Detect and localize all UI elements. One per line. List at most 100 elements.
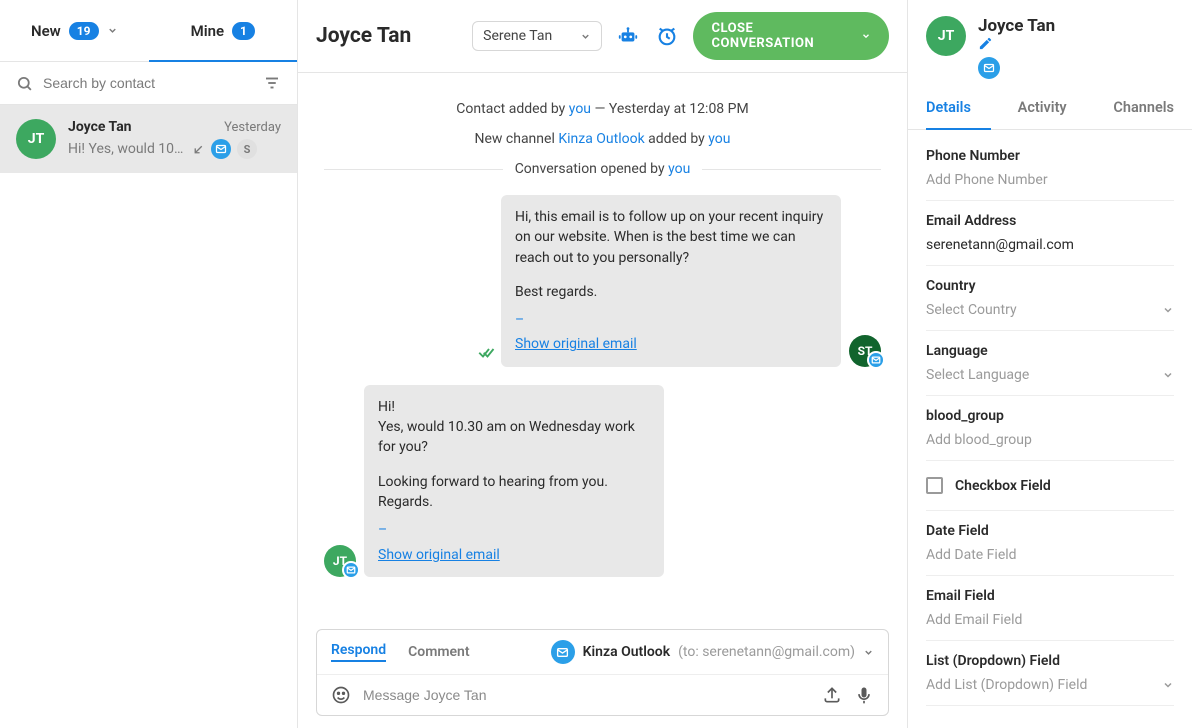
chevron-down-icon [863, 647, 874, 658]
contact-header: JT Joyce Tan [908, 0, 1192, 87]
message-text: Best regards. [515, 282, 827, 302]
chevron-down-icon [1162, 679, 1174, 691]
composer-input-row [317, 675, 888, 715]
details-panel: JT Joyce Tan Details Activity Channels P… [908, 0, 1192, 728]
field-label: Phone Number [926, 148, 1174, 164]
field-value: Add Email Field [926, 612, 1174, 628]
conversation-body: Contact added by you — Yesterday at 12:0… [298, 73, 907, 623]
email-channel-icon [978, 57, 1000, 79]
show-original-link[interactable]: Show original email [515, 334, 637, 354]
edit-icon[interactable] [978, 36, 1061, 51]
avatar: JT [926, 16, 966, 56]
tab-details[interactable]: Details [926, 87, 991, 130]
composer-tab-comment[interactable]: Comment [408, 644, 469, 660]
separator: – [378, 520, 650, 540]
system-text: Contact added by [456, 101, 569, 117]
field-label: Country [926, 278, 1174, 294]
system-link[interactable]: you [708, 131, 730, 147]
message-bubble: Hi, this email is to follow up on your r… [501, 195, 841, 367]
message-input[interactable] [363, 687, 810, 703]
tab-channels[interactable]: Channels [1093, 87, 1174, 129]
field-select[interactable]: Select Country [926, 302, 1174, 318]
detail-field[interactable]: Email Addressserenetann@gmail.com [926, 201, 1174, 266]
checkbox[interactable] [926, 477, 943, 494]
message-text: Hi, this email is to follow up on your r… [515, 207, 827, 268]
checkbox-label: Checkbox Field [955, 478, 1051, 494]
tab-mine[interactable]: Mine 1 [149, 0, 298, 61]
attach-icon[interactable] [822, 685, 842, 705]
detail-field[interactable]: LanguageSelect Language [926, 331, 1174, 396]
composer-channel-to: (to: serenetann@gmail.com) [678, 644, 855, 660]
bot-icon[interactable] [616, 23, 641, 49]
field-value: Add List (Dropdown) Field [926, 677, 1087, 693]
search-bar [0, 62, 297, 105]
detail-field[interactable]: Country Select Country [926, 266, 1174, 331]
system-link[interactable]: you [569, 101, 591, 117]
composer-channel-selector[interactable]: Kinza Outlook (to: serenetann@gmail.com) [551, 640, 874, 664]
mic-icon[interactable] [854, 685, 874, 705]
field-value: Select Country [926, 302, 1017, 318]
show-original-link[interactable]: Show original email [378, 545, 500, 565]
chevron-down-icon[interactable] [861, 31, 871, 41]
composer-channel-name: Kinza Outlook [583, 644, 670, 660]
detail-tabs: Details Activity Channels [908, 87, 1192, 130]
message-composer: Respond Comment Kinza Outlook (to: seren… [316, 629, 889, 716]
checkbox-field[interactable]: Checkbox Field [926, 461, 1174, 511]
separator: – [515, 310, 827, 330]
avatar: JT [16, 119, 56, 159]
message-bubble: Hi! Yes, would 10.30 am on Wednesday wor… [364, 385, 664, 577]
field-label: Date Field [926, 523, 1174, 539]
close-conversation-label: CLOSE CONVERSATION [711, 21, 851, 51]
conversation-list-item[interactable]: JT Joyce Tan Yesterday Hi! Yes, would 10… [0, 105, 297, 173]
snooze-icon[interactable] [655, 23, 680, 49]
assignee-selector[interactable]: Serene Tan [472, 21, 602, 51]
conversation-header: Joyce Tan Serene Tan CLOSE CONVERSATION [298, 0, 907, 73]
composer-tab-respond[interactable]: Respond [331, 642, 386, 662]
detail-field[interactable]: List (Dropdown) FieldAdd List (Dropdown)… [926, 641, 1174, 706]
search-input[interactable] [43, 75, 253, 91]
field-label: Email Field [926, 588, 1174, 604]
chevron-down-icon [580, 31, 591, 42]
chevron-down-icon [1162, 304, 1174, 316]
system-message: New channel Kinza Outlook added by you [324, 131, 881, 147]
chevron-down-icon [1162, 369, 1174, 381]
detail-field[interactable]: blood_groupAdd blood_group [926, 396, 1174, 461]
field-select[interactable]: Add List (Dropdown) Field [926, 677, 1174, 693]
delivered-icon [477, 343, 495, 361]
tab-new[interactable]: New 19 [0, 0, 149, 61]
field-value: Add Phone Number [926, 172, 1174, 188]
message-text: Looking forward to hearing from you. [378, 472, 650, 492]
filter-icon[interactable] [263, 74, 281, 92]
system-text: — Yesterday at 12:08 PM [591, 101, 749, 117]
tab-activity[interactable]: Activity [991, 87, 1094, 129]
divider-text: Conversation opened by [515, 161, 668, 177]
emoji-icon[interactable] [331, 685, 351, 705]
message-incoming: JT Hi! Yes, would 10.30 am on Wednesday … [324, 385, 881, 577]
divider-link[interactable]: you [668, 161, 690, 177]
contact-time: Yesterday [224, 120, 281, 135]
email-channel-icon [211, 139, 231, 159]
tab-new-label: New [31, 22, 61, 40]
system-link[interactable]: Kinza Outlook [558, 131, 644, 147]
field-value: Add Date Field [926, 547, 1174, 563]
tab-mine-label: Mine [191, 22, 224, 40]
status-badge: S [237, 139, 257, 159]
system-message: Contact added by you — Yesterday at 12:0… [324, 101, 881, 117]
detail-field[interactable]: Date Field Add Date Field [926, 511, 1174, 576]
close-conversation-button[interactable]: CLOSE CONVERSATION [693, 12, 889, 60]
field-value: Select Language [926, 367, 1029, 383]
system-text: New channel [475, 131, 559, 147]
inbox-tabs: New 19 Mine 1 [0, 0, 297, 62]
email-channel-icon [342, 561, 360, 579]
contact-name: Joyce Tan [68, 119, 132, 135]
message-text: Yes, would 10.30 am on Wednesday work fo… [378, 417, 650, 458]
field-select[interactable]: Select Language [926, 367, 1174, 383]
system-text: added by [645, 131, 709, 147]
detail-field[interactable]: Phone Number Add Phone Number [926, 136, 1174, 201]
incoming-arrow-icon [192, 143, 205, 156]
chevron-down-icon[interactable] [107, 25, 118, 36]
detail-field[interactable]: Email Field Add Email Field [926, 576, 1174, 641]
message-outgoing: Hi, this email is to follow up on your r… [324, 195, 881, 367]
tab-new-count: 19 [69, 22, 99, 40]
contact-name: Joyce Tan [978, 16, 1055, 36]
